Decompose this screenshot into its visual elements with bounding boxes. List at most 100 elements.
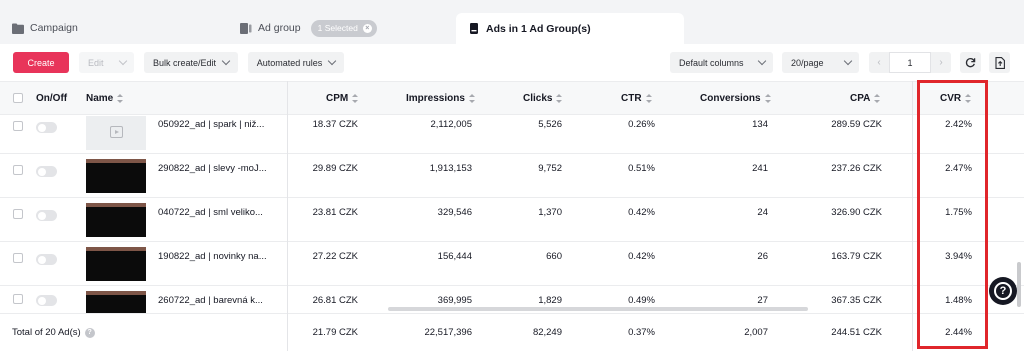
tab-ads-label: Ads in 1 Ad Group(s) xyxy=(486,22,591,35)
sort-icon[interactable] xyxy=(352,94,359,103)
clicks-value: 1,370 xyxy=(538,206,562,218)
conversions-value: 24 xyxy=(757,206,768,218)
cpa-value: 163.79 CZK xyxy=(831,250,882,262)
page-size-select[interactable]: 20/page xyxy=(782,52,859,73)
export-button[interactable] xyxy=(989,52,1010,73)
total-cpm: 21.79 CZK xyxy=(312,327,358,338)
ad-group-icon xyxy=(240,22,252,34)
thumbnail-edge xyxy=(86,159,146,163)
cpm-value: 27.22 CZK xyxy=(312,250,358,262)
sort-icon[interactable] xyxy=(764,94,772,103)
cpm-value: 23.81 CZK xyxy=(312,206,358,218)
ad-thumbnail[interactable] xyxy=(86,116,146,150)
page-number-input[interactable]: 1 xyxy=(889,52,931,73)
folder-icon xyxy=(12,23,24,34)
horizontal-scrollbar[interactable] xyxy=(388,307,808,311)
thumbnail-edge xyxy=(86,203,146,207)
column-divider xyxy=(912,81,913,351)
sort-icon[interactable] xyxy=(874,94,881,103)
ad-thumbnail[interactable] xyxy=(86,291,146,313)
selected-count-badge[interactable]: 1 Selected × xyxy=(310,19,377,37)
cvr-column-highlight-box xyxy=(917,80,988,349)
clear-selection-icon[interactable]: × xyxy=(362,23,372,33)
cpm-value: 29.89 CZK xyxy=(312,162,358,174)
cpa-value: 289.59 CZK xyxy=(831,118,882,130)
conversions-value: 134 xyxy=(752,118,768,130)
ad-name-link[interactable]: 050922_ad | spark | niž... xyxy=(158,103,264,145)
ad-icon xyxy=(470,23,478,34)
impressions-value: 1,913,153 xyxy=(429,162,472,174)
ctr-value: 0.26% xyxy=(628,118,655,130)
cpa-value: 326.90 CZK xyxy=(831,206,882,218)
pagination: ‹ 1 › xyxy=(869,52,951,73)
ad-thumbnail[interactable] xyxy=(86,203,146,237)
default-columns-select[interactable]: Default columns xyxy=(670,52,773,73)
automated-label: Automated rules xyxy=(256,57,323,68)
table-row[interactable]: 190822_ad | novinky na... 27.22 CZK 156,… xyxy=(0,243,1024,286)
frozen-column-divider xyxy=(287,81,288,351)
tab-campaign[interactable]: Campaign xyxy=(12,13,78,43)
ad-thumbnail[interactable] xyxy=(86,247,146,281)
ad-name-link[interactable]: 290822_ad | slevy -moJ... xyxy=(158,147,267,189)
thumbnail-edge xyxy=(86,247,146,251)
total-ctr: 0.37% xyxy=(628,327,655,338)
total-count-text: Total of 20 Ad(s) xyxy=(12,327,81,338)
bulk-create-edit-dropdown[interactable]: Bulk create/Edit xyxy=(144,52,238,73)
level-tab-bar: Campaign Ad group 1 Selected × Ads in 1 … xyxy=(0,0,1024,44)
total-conversions: 2,007 xyxy=(744,327,768,338)
help-button[interactable]: ? xyxy=(989,277,1017,305)
edit-dropdown[interactable]: Edit xyxy=(79,52,134,73)
impressions-value: 329,546 xyxy=(437,206,472,218)
prev-page-icon[interactable]: ‹ xyxy=(869,52,889,73)
help-tooltip-icon[interactable]: ? xyxy=(84,327,95,338)
total-label: Total of 20 Ad(s) ? xyxy=(12,314,95,351)
ad-name-link[interactable]: 260722_ad | barevná k... xyxy=(158,287,263,313)
status-toggle[interactable] xyxy=(36,254,57,265)
create-button[interactable]: Create xyxy=(13,52,69,73)
status-toggle[interactable] xyxy=(36,166,57,177)
sort-icon[interactable] xyxy=(468,94,476,103)
default-columns-label: Default columns xyxy=(679,57,744,68)
status-toggle[interactable] xyxy=(36,295,57,306)
row-checkbox[interactable] xyxy=(13,165,23,175)
tab-ad-group-label: Ad group xyxy=(258,22,301,34)
row-checkbox[interactable] xyxy=(13,121,23,131)
ctr-value: 0.42% xyxy=(628,250,655,262)
sort-icon[interactable] xyxy=(556,94,563,103)
clicks-value: 660 xyxy=(546,250,562,262)
ctr-value: 0.42% xyxy=(628,206,655,218)
tab-ads[interactable]: Ads in 1 Ad Group(s) xyxy=(456,13,684,44)
row-checkbox[interactable] xyxy=(13,209,23,219)
page-size-label: 20/page xyxy=(791,57,824,68)
thumbnail-edge xyxy=(86,291,146,295)
chevron-down-icon xyxy=(118,56,128,66)
cpm-value: 18.37 CZK xyxy=(312,118,358,130)
column-label: On/Off xyxy=(36,93,68,104)
ctr-value: 0.51% xyxy=(628,162,655,174)
cpm-value: 26.81 CZK xyxy=(312,294,358,306)
cpa-value: 237.26 CZK xyxy=(831,162,882,174)
ad-thumbnail[interactable] xyxy=(86,159,146,193)
tab-ad-group[interactable]: Ad group 1 Selected × xyxy=(240,13,377,43)
tab-campaign-label: Campaign xyxy=(30,22,78,34)
ad-name-link[interactable]: 040722_ad | sml veliko... xyxy=(158,191,263,233)
status-toggle[interactable] xyxy=(36,122,57,133)
table-total-row: Total of 20 Ad(s) ? 21.79 CZK 22,517,396… xyxy=(0,313,1024,351)
ad-name-link[interactable]: 190822_ad | novinky na... xyxy=(158,235,267,277)
toolbar: Create Edit Bulk create/Edit Automated r… xyxy=(0,44,1024,80)
selected-count-label: 1 Selected xyxy=(317,23,358,33)
next-page-icon[interactable]: › xyxy=(931,52,951,73)
select-all-checkbox[interactable] xyxy=(13,93,23,103)
row-checkbox[interactable] xyxy=(13,294,23,304)
refresh-button[interactable] xyxy=(960,52,981,73)
sort-icon[interactable] xyxy=(645,94,653,103)
edit-label: Edit xyxy=(88,57,104,68)
question-mark-icon: ? xyxy=(994,282,1012,300)
total-clicks: 82,249 xyxy=(532,327,562,338)
vertical-scrollbar[interactable] xyxy=(1017,262,1021,307)
row-checkbox[interactable] xyxy=(13,253,23,263)
status-toggle[interactable] xyxy=(36,210,57,221)
chevron-down-icon xyxy=(328,56,337,66)
sort-icon[interactable] xyxy=(117,94,124,103)
automated-rules-dropdown[interactable]: Automated rules xyxy=(248,52,344,73)
